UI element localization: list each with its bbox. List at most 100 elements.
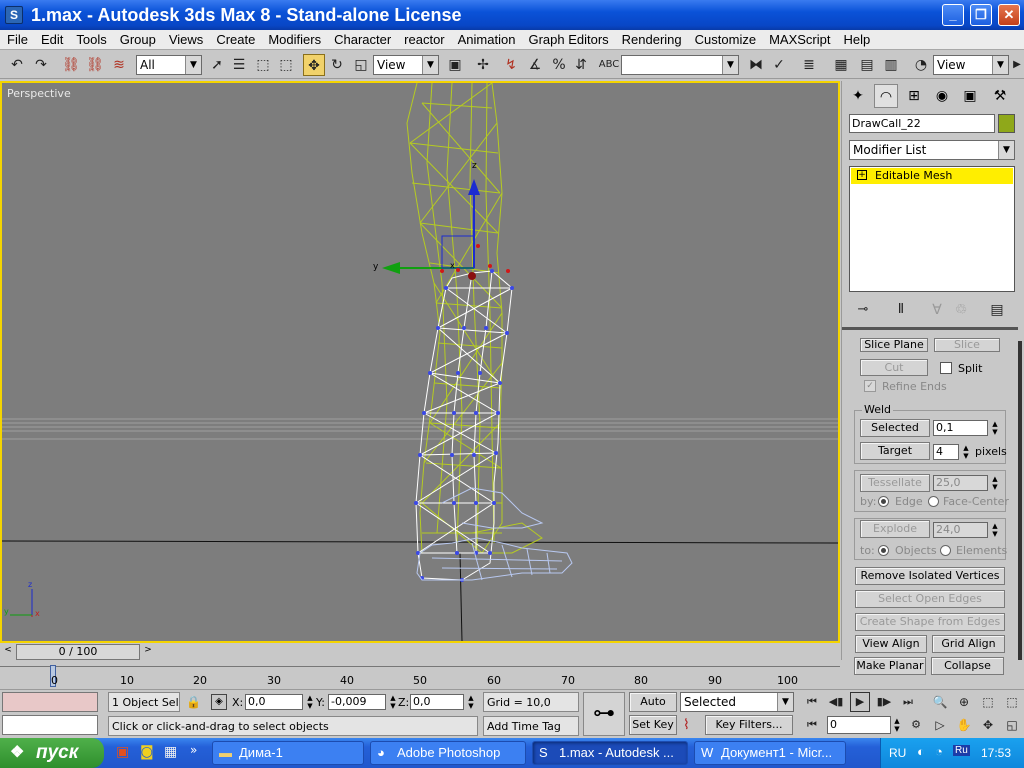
previous-frame-icon[interactable]: ◀▮ [826,692,846,712]
quick-render-icon[interactable]: ▶ [1011,54,1023,76]
configure-modifier-sets-icon[interactable]: ▤ [986,299,1008,321]
task-word[interactable]: W Документ1 - Micr... [694,741,846,765]
start-button[interactable]: ❖ пуск [0,738,104,768]
display-tab-icon[interactable]: ▣ [958,84,982,108]
next-frame-icon[interactable]: > [142,645,154,659]
percent-snap-icon[interactable]: % [548,54,570,76]
tray-icon[interactable]: ◔ [935,744,943,759]
show-end-result-icon[interactable]: Ⅱ [890,299,912,321]
weld-target-button[interactable]: Target [860,442,930,460]
curve-editor-icon[interactable]: ▦ [830,54,852,76]
menu-graph-editors[interactable]: Graph Editors [521,32,614,47]
cut-button[interactable]: Cut [860,359,928,376]
select-and-rotate-icon[interactable]: ↻ [326,54,348,76]
slice-plane-button[interactable]: Slice Plane [860,338,928,352]
render-scene-icon[interactable]: ◔ [910,54,932,76]
menu-rendering[interactable]: Rendering [615,32,688,47]
create-tab-icon[interactable]: ✦ [846,84,870,108]
perspective-viewport[interactable]: Perspective z y x z y x [0,81,840,643]
rectangular-selection-icon[interactable]: ⬚ [252,54,274,76]
quick-launch-icon[interactable]: ▣ [116,744,129,760]
utilities-tab-icon[interactable]: ⚒ [988,84,1012,108]
redo-icon[interactable]: ↷ [30,54,52,76]
time-configuration-icon[interactable]: ⚙ [906,715,926,735]
menu-modifiers[interactable]: Modifiers [261,32,327,47]
edit-named-selection-icon[interactable]: ABC [598,54,620,76]
key-mode-toggle-icon[interactable]: ⏮ [802,715,822,735]
tessellate-button[interactable]: Tessellate [860,474,930,492]
schematic-view-icon[interactable]: ▤ [856,54,878,76]
track-bar[interactable]: 0 10 20 30 40 50 60 70 80 90 100 [0,661,840,689]
y-spinner[interactable]: ▲ ▼ [388,694,398,710]
select-open-edges-button[interactable]: Select Open Edges [855,590,1005,608]
bind-space-warp-icon[interactable]: ≋ [108,54,130,76]
unlink-icon[interactable]: ⛓ [84,54,106,76]
x-spinner[interactable]: ▲ ▼ [305,694,315,710]
menu-create[interactable]: Create [209,32,261,47]
angle-snap-icon[interactable]: ∡ [524,54,546,76]
explode-angle-field[interactable]: 24,0 [933,522,988,538]
quick-launch-icon[interactable]: ◙ [140,744,154,760]
remove-isolated-vertices-button[interactable]: Remove Isolated Vertices [855,567,1005,585]
window-crossing-icon[interactable]: ⬚ [275,54,297,76]
tray-icon[interactable]: ◐ [917,744,925,759]
pivot-center-icon[interactable]: ▣ [444,54,466,76]
title-bar[interactable]: S 1.max - Autodesk 3ds Max 8 - Stand-alo… [0,0,1024,30]
zoom-extents-icon[interactable]: ⬚ [978,692,998,712]
expand-icon[interactable]: + [857,170,867,180]
material-editor-icon[interactable]: ▥ [880,54,902,76]
select-by-name-icon[interactable]: ☰ [228,54,250,76]
select-and-move-icon[interactable]: ✥ [303,54,325,76]
add-time-tag[interactable]: Add Time Tag [483,716,579,736]
undo-icon[interactable]: ↶ [6,54,28,76]
menu-reactor[interactable]: reactor [397,32,450,47]
task-3dsmax[interactable]: S 1.max - Autodesk ... [532,741,688,765]
split-checkbox[interactable] [940,362,952,374]
reference-coordinate-dropdown[interactable]: View ▼ [373,55,439,75]
hierarchy-tab-icon[interactable]: ⊞ [902,84,926,108]
go-to-end-icon[interactable]: ⏭ [898,692,918,712]
view-align-button[interactable]: View Align [855,635,927,653]
explode-button[interactable]: Explode [860,520,930,538]
menu-customize[interactable]: Customize [688,32,762,47]
key-mode-dropdown[interactable]: Selected ▼ [680,692,794,712]
weld-target-field[interactable]: 4 [933,444,959,460]
named-selection-dropdown[interactable]: ▼ [621,55,739,75]
pin-stack-icon[interactable]: ⊸ [852,299,874,321]
lock-icon[interactable]: 🔒 [186,695,201,709]
maxscript-listener-white[interactable] [2,715,98,735]
explode-spinner[interactable]: ▲ ▼ [990,522,1000,538]
align-icon[interactable]: ✓ [768,54,790,76]
close-button[interactable]: ✕ [998,4,1020,26]
modify-tab-icon[interactable]: ◠ [874,84,898,108]
grid-align-button[interactable]: Grid Align [932,635,1005,653]
elements-radio[interactable] [940,545,951,556]
show-more-icon[interactable]: » [190,743,197,757]
maximize-viewport-icon[interactable]: ◱ [1002,715,1022,735]
menu-help[interactable]: Help [836,32,876,47]
play-icon[interactable]: ▶ [850,692,870,712]
restore-button[interactable]: ❐ [970,4,992,26]
z-coordinate-field[interactable]: 0,0 [410,694,464,710]
task-photoshop[interactable]: ◕ Adobe Photoshop [370,741,526,765]
mirror-icon[interactable]: ⧓ [745,54,767,76]
zoom-all-icon[interactable]: ⊕ [954,692,974,712]
select-and-scale-icon[interactable]: ◱ [350,54,372,76]
z-spinner[interactable]: ▲ ▼ [466,694,476,710]
select-and-manipulate-icon[interactable]: ✢ [472,54,494,76]
go-to-start-icon[interactable]: ⏮ [802,692,822,712]
pan-icon[interactable]: ✋ [954,715,974,735]
weld-target-spinner[interactable]: ▲ ▼ [961,444,971,460]
weld-threshold-spinner[interactable]: ▲ ▼ [990,420,1000,436]
menu-maxscript[interactable]: MAXScript [762,32,836,47]
language-indicator[interactable]: RU [889,746,906,760]
collapse-button[interactable]: Collapse [931,657,1004,675]
refine-ends-checkbox[interactable]: ✓ [864,380,876,392]
menu-edit[interactable]: Edit [34,32,69,47]
menu-group[interactable]: Group [113,32,162,47]
y-coordinate-field[interactable]: -0,009 [328,694,386,710]
slice-button[interactable]: Slice [934,338,1000,352]
menu-animation[interactable]: Animation [451,32,522,47]
select-object-icon[interactable]: ➚ [206,54,228,76]
task-dima[interactable]: ▬ Дима-1 [212,741,364,765]
